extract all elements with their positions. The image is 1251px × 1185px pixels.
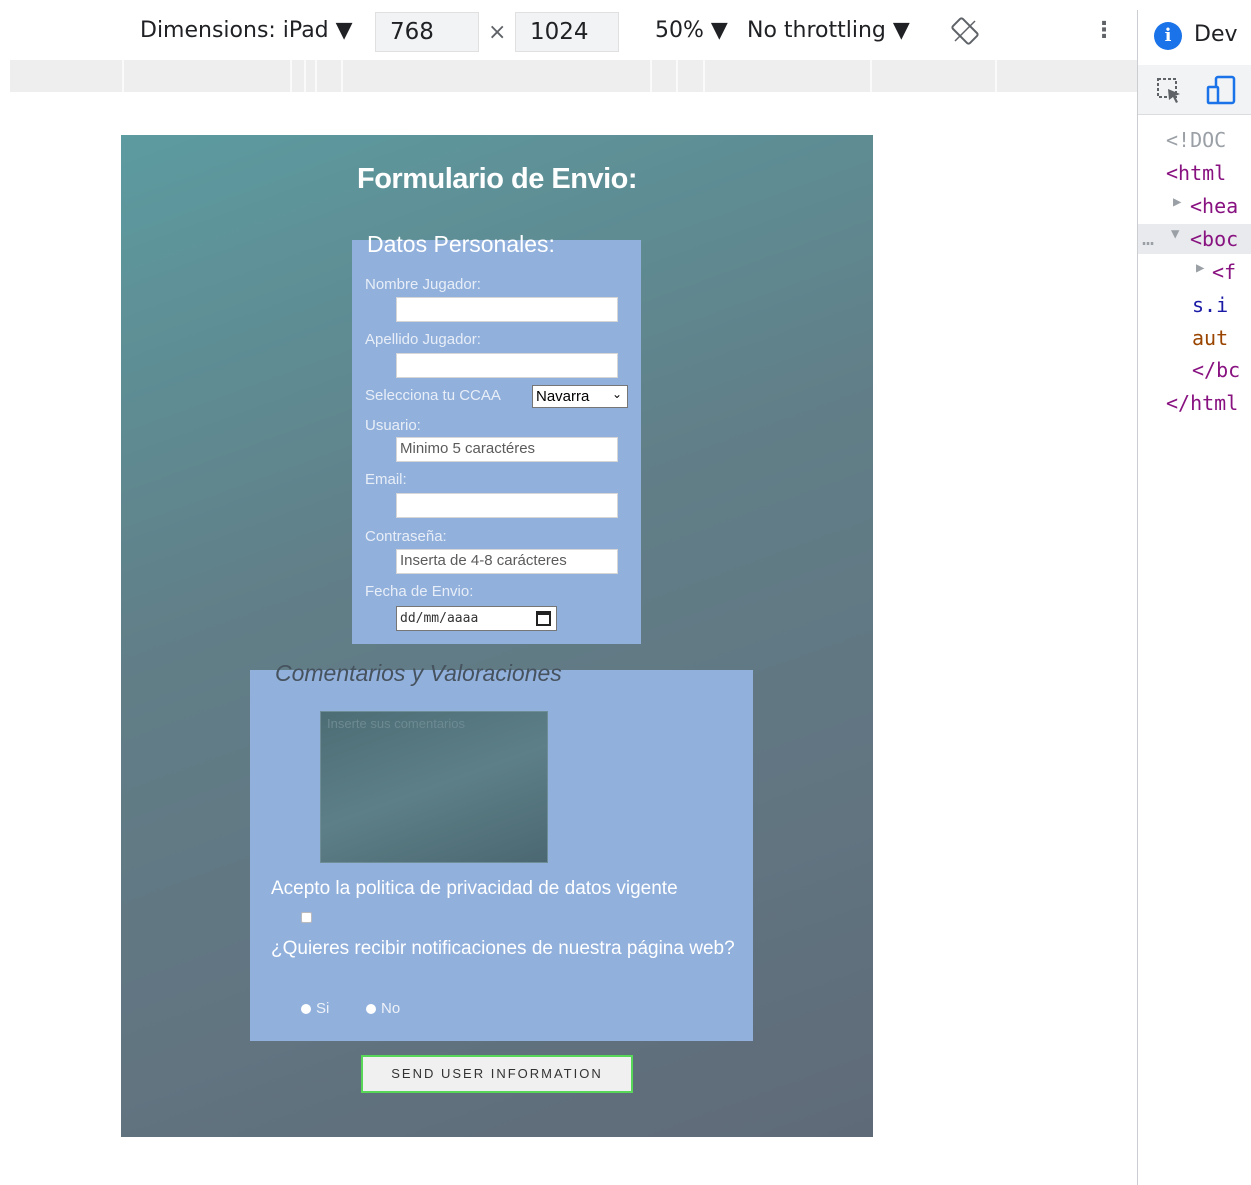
times-sign: × xyxy=(488,20,507,45)
password-label: Contraseña: xyxy=(365,528,447,545)
collapse-triangle-icon[interactable]: ▶ xyxy=(1173,194,1181,210)
ccaa-label: Selecciona tu CCAA xyxy=(365,387,501,404)
usuario-input[interactable]: Minimo 5 caractéres xyxy=(396,437,618,462)
notifications-label: ¿Quieres recibir notificaciones de nuest… xyxy=(271,938,735,959)
apellido-label: Apellido Jugador: xyxy=(365,331,481,348)
viewport-height-input[interactable]: 1024 xyxy=(515,12,619,52)
privacy-label: Acepto la politica de privacidad de dato… xyxy=(271,878,678,899)
calendar-icon[interactable] xyxy=(536,611,551,626)
throttling-dropdown[interactable]: No throttling ▼ xyxy=(747,18,910,43)
dom-tree-line[interactable]: <f xyxy=(1212,260,1236,284)
viewport-width-input[interactable]: 768 xyxy=(375,12,479,52)
dom-tree-line[interactable]: </bc xyxy=(1192,358,1240,382)
personal-data-legend: Datos Personales: xyxy=(367,231,555,257)
privacy-checkbox[interactable] xyxy=(301,912,312,923)
collapse-triangle-icon[interactable]: ▶ xyxy=(1196,260,1204,276)
devtools-title: Dev xyxy=(1194,22,1238,47)
date-placeholder: dd/mm/aaaa xyxy=(400,611,479,626)
apellido-input[interactable] xyxy=(396,353,618,378)
node-ellipsis[interactable]: … xyxy=(1142,226,1154,250)
password-input[interactable]: Inserta de 4-8 carácteres xyxy=(396,549,618,574)
dom-tree-line[interactable]: <html xyxy=(1166,161,1226,185)
email-input[interactable] xyxy=(396,493,618,518)
fecha-label: Fecha de Envio: xyxy=(365,583,474,600)
fecha-date-input[interactable]: dd/mm/aaaa xyxy=(396,606,557,631)
radio-yes-label: Si xyxy=(316,1000,330,1017)
comments-legend: Comentarios y Valoraciones xyxy=(275,660,562,686)
nombre-input[interactable] xyxy=(396,297,618,322)
radio-yes[interactable] xyxy=(301,1004,311,1014)
device-toggle-icon[interactable] xyxy=(1206,75,1236,109)
dom-tree-line[interactable]: <hea xyxy=(1190,194,1238,218)
dom-tree-line[interactable]: s.i xyxy=(1192,293,1228,317)
radio-no-label: No xyxy=(381,1000,401,1017)
radio-no[interactable] xyxy=(366,1004,376,1014)
devtools-header: i Dev xyxy=(1138,10,1251,58)
rotate-icon[interactable] xyxy=(950,16,980,50)
nombre-label: Nombre Jugador: xyxy=(365,276,481,293)
usuario-label: Usuario: xyxy=(365,417,421,434)
dom-tree-line[interactable]: aut xyxy=(1192,326,1228,350)
browser-window: Dimensions: iPad ▼ 768 × 1024 50% ▼ No t… xyxy=(0,0,1251,1185)
inspect-element-icon[interactable] xyxy=(1156,77,1184,109)
more-options-icon[interactable]: ⋮ xyxy=(1093,18,1115,43)
device-toolbar: Dimensions: iPad ▼ 768 × 1024 50% ▼ No t… xyxy=(10,10,1137,54)
expand-triangle-icon[interactable]: ▼ xyxy=(1171,226,1179,242)
emulated-page: Formulario de Envio: Datos Personales: N… xyxy=(121,135,873,1137)
info-icon[interactable]: i xyxy=(1154,22,1182,50)
ccaa-select[interactable]: Navarra ⌄ xyxy=(532,385,628,408)
media-query-bar[interactable] xyxy=(10,60,1137,92)
email-label: Email: xyxy=(365,471,407,488)
devtools-panel: i Dev … ▼ ▶ ▶ <!DOC <html <hea <boc <f s.i aut… xyxy=(1137,10,1251,1185)
page-title: Formulario de Envio: xyxy=(356,163,638,195)
zoom-dropdown[interactable]: 50% ▼ xyxy=(655,18,728,43)
chevron-down-icon: ⌄ xyxy=(611,387,622,401)
submit-button[interactable]: SEND USER INFORMATION xyxy=(361,1055,633,1093)
devtools-tool-tabs xyxy=(1138,65,1251,115)
dom-tree-line[interactable]: <!DOC xyxy=(1166,128,1226,152)
dom-tree-line[interactable]: <boc xyxy=(1190,227,1238,251)
ccaa-selected-value: Navarra xyxy=(536,388,590,405)
textarea-placeholder: Inserte sus comentarios xyxy=(327,716,466,731)
dimensions-dropdown[interactable]: Dimensions: iPad ▼ xyxy=(140,18,353,43)
comments-textarea[interactable]: Inserte sus comentarios xyxy=(320,711,548,863)
dom-tree-line[interactable]: </html xyxy=(1166,391,1238,415)
